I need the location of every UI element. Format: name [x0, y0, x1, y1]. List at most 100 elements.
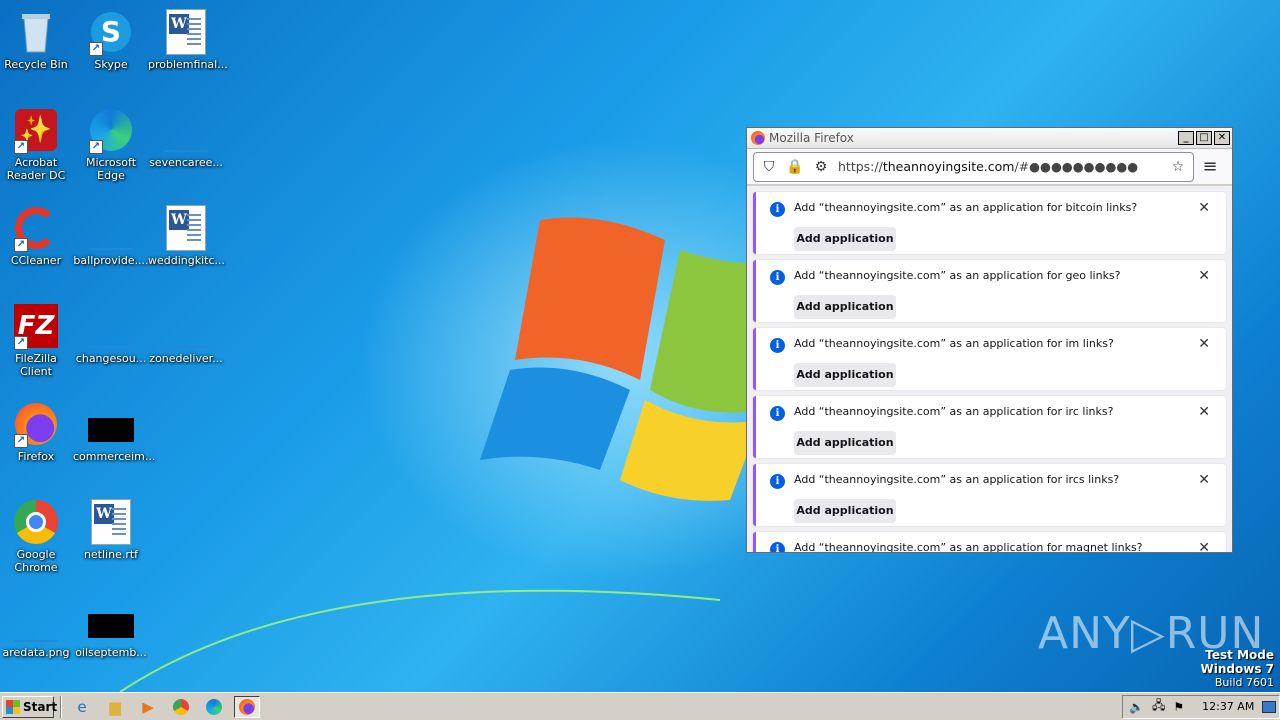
notification-message: Add “theannoyingsite.com” as an applicat…	[794, 337, 1114, 350]
shortcut-arrow-icon: ↗	[89, 42, 103, 56]
desktop-icon-skype[interactable]: S ↗ Skype	[73, 8, 149, 71]
desktop-icon-label: Firefox	[17, 450, 55, 463]
desktop-icon-edge[interactable]: ↗ Microsoft Edge	[73, 106, 149, 182]
shield-icon[interactable]: ⛉	[760, 159, 778, 175]
desktop-icon-ballprovide[interactable]: ballprovide....	[73, 204, 149, 267]
file-icon	[162, 302, 210, 350]
url-bar[interactable]: ⛉ 🔒 ⚙ https://theannoyingsite.com/#●●●●●…	[753, 151, 1194, 182]
desktop-icon-sevencaree[interactable]: sevencaree...	[148, 106, 224, 169]
protocol-handler-notification: i Add “theannoyingsite.com” as an applica…	[753, 260, 1226, 322]
volume-icon[interactable]: 🔈	[1129, 700, 1144, 714]
close-notification-icon[interactable]: ✕	[1198, 200, 1210, 216]
firefox-icon: ↗	[12, 400, 60, 448]
chrome-taskbar-icon[interactable]	[168, 696, 194, 718]
lock-icon[interactable]: 🔒	[786, 159, 804, 175]
info-icon: i	[770, 270, 785, 285]
test-mode-notice: Test Mode Windows 7 Build 7601	[1201, 648, 1274, 690]
maximize-button[interactable]: □	[1196, 131, 1212, 145]
bookmark-star-icon[interactable]: ☆	[1169, 159, 1187, 175]
window-titlebar[interactable]: Mozilla Firefox _ □ ✕	[747, 128, 1232, 149]
shortcut-arrow-icon: ↗	[14, 336, 28, 350]
url-text[interactable]: https://theannoyingsite.com/#●●●●●●●●●●	[838, 159, 1161, 174]
info-icon: i	[770, 406, 785, 421]
desktop-icon-changesou[interactable]: changesou...	[73, 302, 149, 365]
close-notification-icon[interactable]: ✕	[1198, 268, 1210, 284]
internet-explorer-icon[interactable]: e	[69, 696, 95, 718]
show-desktop-icon[interactable]	[1262, 700, 1277, 713]
recycle-bin-icon	[12, 8, 60, 56]
add-application-button[interactable]: Add application	[794, 499, 896, 523]
desktop-icon-label: changesou...	[75, 352, 147, 365]
firefox-taskbar-button[interactable]	[234, 695, 260, 718]
desktop-icon-firefox[interactable]: ↗ Firefox	[0, 400, 74, 463]
info-icon: i	[770, 474, 785, 489]
edge-icon: ↗	[87, 106, 135, 154]
start-button[interactable]: Start	[2, 695, 57, 718]
close-notification-icon[interactable]: ✕	[1198, 404, 1210, 420]
action-center-flag-icon[interactable]: ⚑	[1173, 700, 1184, 714]
add-application-button[interactable]: Add application	[794, 295, 896, 319]
skype-icon: S ↗	[87, 8, 135, 56]
ccleaner-icon: ↗	[12, 204, 60, 252]
file-icon	[87, 596, 135, 644]
desktop-icon-label: ballprovide....	[73, 254, 149, 267]
desktop-icon-label: commerceim...	[73, 450, 156, 463]
chrome-icon	[12, 498, 60, 546]
url-host: theannoyingsite.com	[882, 159, 1015, 174]
desktop-icon-zonedeliver[interactable]: zonedeliver...	[148, 302, 224, 365]
desktop-icon-ccleaner[interactable]: ↗ CCleaner	[0, 204, 74, 267]
firefox-window: Mozilla Firefox _ □ ✕ ⛉ 🔒 ⚙ https://thea…	[746, 127, 1233, 553]
network-icon[interactable]: 🖧	[1152, 696, 1165, 717]
taskbar: Start e ▆ ▶ 🔈 🖧 ⚑ 12:37 AM	[0, 692, 1280, 720]
add-application-button[interactable]: Add application	[794, 363, 896, 387]
add-application-button[interactable]: Add application	[794, 431, 896, 455]
file-icon	[87, 204, 135, 252]
desktop-icon-commerceim[interactable]: commerceim...	[73, 400, 156, 463]
desktop-icon-recycle-bin[interactable]: Recycle Bin	[0, 8, 74, 71]
close-notification-icon[interactable]: ✕	[1198, 336, 1210, 352]
shortcut-arrow-icon: ↗	[14, 140, 28, 154]
desktop-icon-problemfinal[interactable]: W problemfinal...	[148, 8, 228, 71]
notification-message: Add “theannoyingsite.com” as an applicat…	[794, 405, 1114, 418]
desktop-icon-filezilla[interactable]: FZ ↗ FileZilla Client	[0, 302, 74, 378]
desktop-icon-oilseptemb[interactable]: oilseptemb...	[73, 596, 149, 659]
desktop-icon-netline[interactable]: W netline.rtf	[73, 498, 149, 561]
shortcut-arrow-icon: ↗	[14, 238, 28, 252]
desktop-icon-label: Microsoft Edge	[85, 156, 137, 182]
desktop-icon-label: aredata.png	[2, 646, 70, 659]
word-document-icon: W	[162, 8, 210, 56]
minimize-button[interactable]: _	[1178, 131, 1194, 145]
desktop-icon-aredata[interactable]: aredata.png	[0, 596, 74, 659]
add-application-button[interactable]: Add application	[794, 227, 896, 251]
protocol-handler-notification: i Add “theannoyingsite.com” as an applica…	[753, 464, 1226, 526]
word-document-icon: W	[87, 498, 135, 546]
close-notification-icon[interactable]: ✕	[1198, 540, 1210, 552]
desktop-icon-weddingkitc[interactable]: W weddingkitc...	[148, 204, 225, 267]
test-mode-line: Test Mode	[1205, 648, 1274, 662]
desktop-icon-label: FileZilla Client	[15, 352, 57, 378]
info-icon: i	[770, 338, 785, 353]
media-player-icon[interactable]: ▶	[135, 696, 161, 718]
desktop-icon-chrome[interactable]: Google Chrome	[0, 498, 74, 574]
navigation-toolbar: ⛉ 🔒 ⚙ https://theannoyingsite.com/#●●●●●…	[747, 149, 1232, 185]
protocol-handler-notification: i Add “theannoyingsite.com” as an applica…	[753, 396, 1226, 458]
file-icon	[162, 106, 210, 154]
edge-taskbar-icon[interactable]	[201, 696, 227, 718]
notification-message: Add “theannoyingsite.com” as an applicat…	[794, 473, 1120, 486]
close-notification-icon[interactable]: ✕	[1198, 472, 1210, 488]
filezilla-icon: FZ ↗	[12, 302, 60, 350]
hamburger-menu-icon[interactable]: ≡	[1194, 156, 1226, 177]
close-button[interactable]: ✕	[1214, 131, 1230, 145]
file-icon	[87, 400, 135, 448]
shortcut-arrow-icon: ↗	[14, 434, 28, 448]
notification-list: i Add “theannoyingsite.com” as an applica…	[747, 186, 1232, 552]
desktop-icon-label: Recycle Bin	[4, 58, 68, 71]
clock[interactable]: 12:37 AM	[1202, 700, 1254, 713]
file-explorer-icon[interactable]: ▆	[102, 696, 128, 718]
windows-version-line: Windows 7	[1200, 662, 1274, 676]
desktop-icon-label: Acrobat Reader DC	[6, 156, 66, 182]
protocol-handler-notification: i Add “theannoyingsite.com” as an applica…	[753, 192, 1226, 254]
desktop-icon-acrobat[interactable]: ✨ ↗ Acrobat Reader DC	[0, 106, 74, 182]
acrobat-icon: ✨ ↗	[12, 106, 60, 154]
permissions-icon[interactable]: ⚙	[812, 159, 830, 175]
